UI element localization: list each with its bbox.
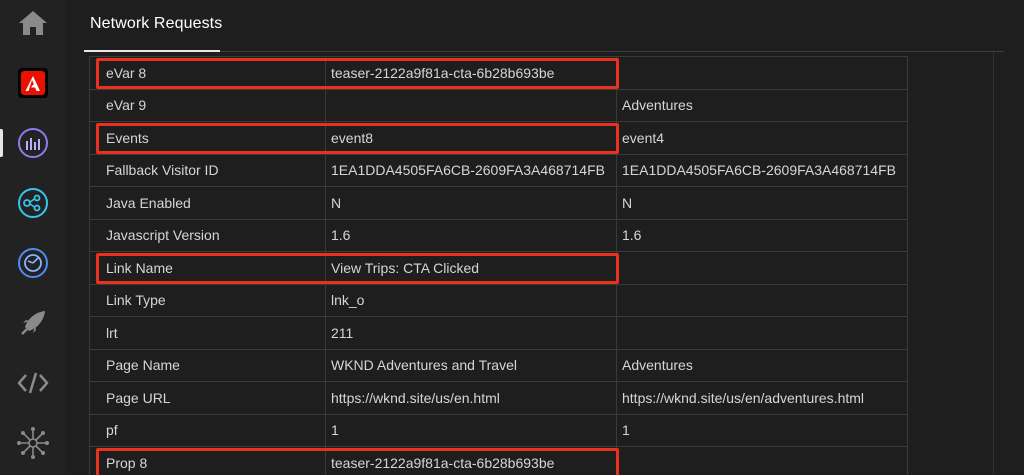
rail-item-network[interactable] <box>0 413 66 473</box>
row-value <box>325 88 617 122</box>
row-value <box>616 446 908 475</box>
table-row: Page Name WKND Adventures and Travel Adven… <box>89 348 908 382</box>
table-row: eVar 9 Adventures <box>89 88 908 122</box>
header-divider <box>220 51 1004 52</box>
row-value <box>616 283 908 317</box>
row-value: lnk_o <box>325 283 617 317</box>
code-icon <box>17 372 49 394</box>
rail-item-target[interactable] <box>0 233 66 293</box>
table-row: Fallback Visitor ID 1EA1DDA4505FA6CB-2609… <box>89 153 908 187</box>
table-row: pf 1 1 <box>89 413 908 447</box>
launch-icon <box>21 311 45 335</box>
row-value: 211 <box>325 316 617 350</box>
rail-item-launch[interactable] <box>0 293 66 353</box>
row-label: Javascript Version <box>89 218 326 252</box>
row-label: Fallback Visitor ID <box>89 153 326 187</box>
row-label: Link Name <box>89 251 326 285</box>
network-requests-panel: Network Requests eVar 8 teaser-2122a9f81a… <box>66 0 1024 475</box>
row-value: View Trips: CTA Clicked <box>325 251 617 285</box>
row-label: Prop 8 <box>89 446 326 475</box>
table-row: Events event8 event4 <box>89 121 908 155</box>
panel-divider <box>993 52 994 475</box>
row-value <box>616 56 908 90</box>
active-tab-indicator <box>84 50 220 52</box>
row-label: lrt <box>89 316 326 350</box>
adobe-logo-icon <box>18 68 48 98</box>
row-value: teaser-2122a9f81a-cta-6b28b693be <box>325 56 617 90</box>
row-value: Adventures <box>616 88 908 122</box>
row-value: 1.6 <box>616 218 908 252</box>
row-value: 1 <box>325 413 617 447</box>
row-value: 1 <box>616 413 908 447</box>
home-icon <box>19 11 47 35</box>
table-row: eVar 8 teaser-2122a9f81a-cta-6b28b693be <box>89 56 908 90</box>
row-value: 1EA1DDA4505FA6CB-2609FA3A468714FB <box>616 153 908 187</box>
row-value: N <box>325 186 617 220</box>
row-label: Page URL <box>89 381 326 415</box>
table-row: Java Enabled N N <box>89 186 908 220</box>
row-value: https://wknd.site/us/en.html <box>325 381 617 415</box>
table-row: Link Name View Trips: CTA Clicked <box>89 251 908 285</box>
rail-item-code[interactable] <box>0 353 66 413</box>
row-label: Events <box>89 121 326 155</box>
row-value: teaser-2122a9f81a-cta-6b28b693be <box>325 446 617 475</box>
row-value: Adventures <box>616 348 908 382</box>
rail-item-experience-platform[interactable] <box>0 173 66 233</box>
row-label: Link Type <box>89 283 326 317</box>
row-value <box>616 316 908 350</box>
row-label: eVar 9 <box>89 88 326 122</box>
experience-platform-icon <box>18 188 48 218</box>
row-value: https://wknd.site/us/en/adventures.html <box>616 381 908 415</box>
row-label: eVar 8 <box>89 56 326 90</box>
table-row: Link Type lnk_o <box>89 283 908 317</box>
target-icon <box>18 248 48 278</box>
table-row: lrt 211 <box>89 316 908 350</box>
rail-item-analytics[interactable] <box>0 113 66 173</box>
table-row: Prop 8 teaser-2122a9f81a-cta-6b28b693be <box>89 446 908 475</box>
row-value <box>616 251 908 285</box>
row-value: 1EA1DDA4505FA6CB-2609FA3A468714FB <box>325 153 617 187</box>
rail-item-adobe[interactable] <box>0 53 66 113</box>
row-value: event4 <box>616 121 908 155</box>
rail-item-home[interactable] <box>0 0 66 53</box>
request-details-table: eVar 8 teaser-2122a9f81a-cta-6b28b693be eV… <box>89 56 908 475</box>
row-label: Java Enabled <box>89 186 326 220</box>
analytics-icon <box>18 128 48 158</box>
table-row: Javascript Version 1.6 1.6 <box>89 218 908 252</box>
table-row: Page URL https://wknd.site/us/en.html http… <box>89 381 908 415</box>
row-value: N <box>616 186 908 220</box>
row-value: WKND Adventures and Travel <box>325 348 617 382</box>
left-rail <box>0 0 66 475</box>
row-label: Page Name <box>89 348 326 382</box>
network-icon <box>17 427 49 459</box>
row-value: 1.6 <box>325 218 617 252</box>
row-label: pf <box>89 413 326 447</box>
row-value: event8 <box>325 121 617 155</box>
panel-title[interactable]: Network Requests <box>90 15 222 33</box>
